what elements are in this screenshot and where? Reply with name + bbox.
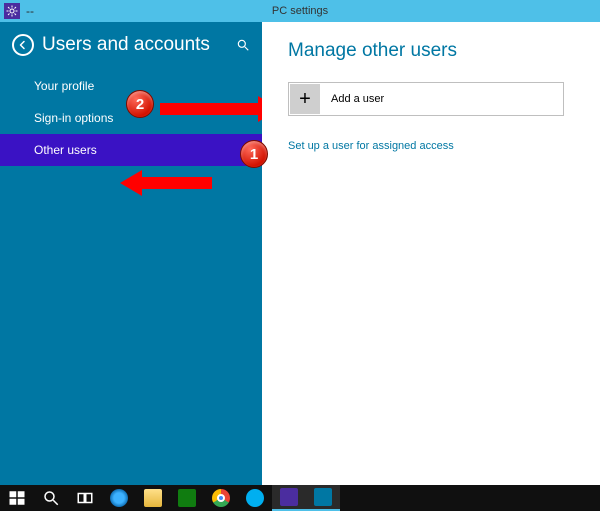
add-user-button[interactable]: + Add a user <box>288 82 564 116</box>
taskbar-store[interactable] <box>170 485 204 511</box>
sidebar-item-other-users[interactable]: Other users <box>0 134 262 166</box>
search-icon <box>236 38 250 52</box>
store-icon <box>178 489 196 507</box>
plus-icon: + <box>290 84 320 114</box>
main-panel: Manage other users + Add a user Set up a… <box>262 22 600 485</box>
page-title: Manage other users <box>288 40 582 62</box>
window-titlebar: -- PC settings <box>0 0 600 22</box>
taskbar-chrome[interactable] <box>204 485 238 511</box>
annotation-arrow-1 <box>120 170 212 196</box>
window-title: PC settings <box>0 5 600 17</box>
assigned-access-link[interactable]: Set up a user for assigned access <box>288 140 454 152</box>
sidebar-item-sign-in-options[interactable]: Sign-in options <box>0 102 262 134</box>
taskbar-file-explorer[interactable] <box>136 485 170 511</box>
sidebar: Users and accounts Your profile Sign-in … <box>0 22 262 485</box>
gear-icon <box>314 488 332 506</box>
taskbar-taskview[interactable] <box>68 485 102 511</box>
content-area: Users and accounts Your profile Sign-in … <box>0 22 600 485</box>
skype-icon <box>246 489 264 507</box>
taskbar-settings[interactable] <box>272 485 306 511</box>
taskview-icon <box>76 489 94 507</box>
sidebar-item-label: Sign-in options <box>34 111 113 125</box>
search-icon <box>42 489 60 507</box>
sidebar-header: Users and accounts <box>0 22 262 70</box>
windows-icon <box>8 489 26 507</box>
taskbar-ie[interactable] <box>102 485 136 511</box>
sidebar-item-your-profile[interactable]: Your profile <box>0 70 262 102</box>
sidebar-item-label: Other users <box>34 143 97 157</box>
taskbar-skype[interactable] <box>238 485 272 511</box>
gear-icon <box>280 488 298 506</box>
taskbar <box>0 485 600 511</box>
search-button[interactable] <box>236 38 250 52</box>
sidebar-title: Users and accounts <box>42 34 236 56</box>
back-button[interactable] <box>12 34 34 56</box>
titlebar-caption-mark: -- <box>26 4 34 18</box>
taskbar-settings-alt[interactable] <box>306 485 340 511</box>
arrow-left-icon <box>17 39 29 51</box>
taskbar-start[interactable] <box>0 485 34 511</box>
taskbar-search[interactable] <box>34 485 68 511</box>
chrome-icon <box>212 489 230 507</box>
sidebar-item-label: Your profile <box>34 79 94 93</box>
app-icon <box>4 3 20 19</box>
add-user-label: Add a user <box>331 93 384 105</box>
ie-icon <box>110 489 128 507</box>
folder-icon <box>144 489 162 507</box>
